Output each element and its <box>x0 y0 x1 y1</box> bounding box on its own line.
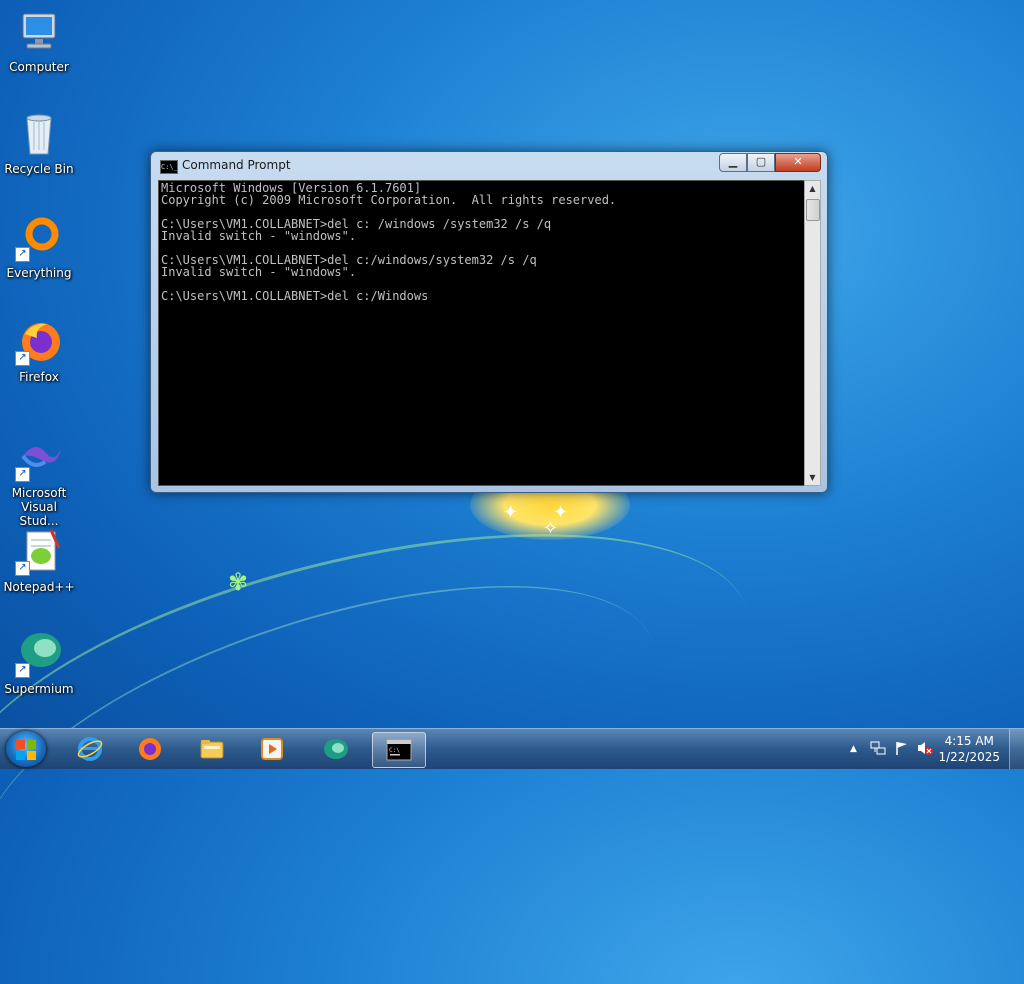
vertical-scrollbar[interactable]: ▲ ▼ <box>804 180 821 486</box>
desktop-icon-visual-studio[interactable]: ↗ Microsoft Visual Stud... <box>2 434 76 528</box>
maximize-button[interactable]: ▢ <box>747 153 775 172</box>
desktop-icon-everything[interactable]: ↗ Everything <box>2 214 76 280</box>
wallpaper-sparkle: ✦ <box>553 502 569 523</box>
window-titlebar[interactable]: C:\_ Command Prompt ▁ ▢ ✕ <box>151 152 827 180</box>
start-button[interactable] <box>6 731 46 767</box>
command-prompt-window[interactable]: C:\_ Command Prompt ▁ ▢ ✕ Microsoft Wind… <box>150 151 828 493</box>
shortcut-arrow-icon: ↗ <box>15 467 30 482</box>
close-button[interactable]: ✕ <box>775 153 821 172</box>
show-desktop-button[interactable] <box>1009 729 1024 769</box>
taskbar-file-explorer[interactable] <box>186 732 238 766</box>
desktop-icon-computer[interactable]: Computer <box>2 8 76 74</box>
desktop-icon-label: Notepad++ <box>3 580 75 594</box>
system-tray: ▲ 4:15 AM 1/22/2025 <box>834 729 1024 769</box>
shortcut-arrow-icon: ↗ <box>15 663 30 678</box>
desktop-icon-recycle-bin[interactable]: Recycle Bin <box>2 110 76 176</box>
desktop-icon-label: Microsoft Visual Stud... <box>11 486 67 528</box>
windows-logo-icon <box>16 740 25 749</box>
shortcut-arrow-icon: ↗ <box>15 561 30 576</box>
window-title: Command Prompt <box>182 158 291 172</box>
scroll-up-arrow-icon[interactable]: ▲ <box>805 181 820 196</box>
console-line: Invalid switch - "windows". <box>161 229 357 243</box>
scrollbar-thumb[interactable] <box>806 199 820 221</box>
firefox-icon: ↗ <box>15 318 63 366</box>
minimize-button[interactable]: ▁ <box>719 153 747 172</box>
computer-icon <box>15 8 63 56</box>
desktop-icon-firefox[interactable]: ↗ Firefox <box>2 318 76 384</box>
console-input-line[interactable]: C:\Users\VM1.COLLABNET>del c:/Windows <box>161 289 428 303</box>
taskbar-supermium[interactable] <box>310 732 362 766</box>
show-hidden-icons-chevron-icon[interactable]: ▲ <box>850 744 857 754</box>
console-line: Copyright (c) 2009 Microsoft Corporation… <box>161 193 617 207</box>
action-center-flag-icon[interactable] <box>894 740 910 756</box>
desktop-icon-label: Firefox <box>19 370 59 384</box>
taskbar-command-prompt[interactable]: C:\ <box>372 732 426 768</box>
volume-muted-icon[interactable] <box>916 740 934 756</box>
network-icon[interactable] <box>870 740 886 756</box>
desktop-icon-notepad-plus-plus[interactable]: ↗ Notepad++ <box>2 528 76 594</box>
firefox-icon <box>139 738 161 760</box>
supermium-icon <box>324 739 348 759</box>
supermium-icon: ↗ <box>15 630 63 678</box>
desktop-icon-label: Recycle Bin <box>4 162 74 176</box>
visual-studio-icon: ↗ <box>15 434 63 482</box>
console-text: Microsoft Windows [Version 6.1.7601] Cop… <box>161 182 616 302</box>
clock-time: 4:15 AM <box>944 734 994 748</box>
scroll-down-arrow-icon[interactable]: ▼ <box>805 470 820 485</box>
command-prompt-icon: C:\_ <box>160 160 178 174</box>
shortcut-arrow-icon: ↗ <box>15 351 30 366</box>
taskbar-firefox[interactable] <box>124 732 176 766</box>
console-line: Invalid switch - "windows". <box>161 265 357 279</box>
window-controls: ▁ ▢ ✕ <box>719 153 821 172</box>
command-prompt-icon: C:\ <box>386 739 412 761</box>
desktop-icon-supermium[interactable]: ↗ Supermium <box>2 630 76 696</box>
media-player-icon <box>261 738 283 760</box>
file-explorer-icon <box>200 740 224 759</box>
taskbar: C:\ ▲ 4:15 AM 1/22/2025 <box>0 728 1024 769</box>
taskbar-internet-explorer[interactable] <box>64 732 116 766</box>
desktop-icon-label: Everything <box>6 266 72 280</box>
svg-text:C:\: C:\ <box>389 747 400 754</box>
system-clock[interactable]: 4:15 AM 1/22/2025 <box>938 733 1000 765</box>
console-output[interactable]: Microsoft Windows [Version 6.1.7601] Cop… <box>158 180 806 486</box>
taskbar-media-player[interactable] <box>246 732 298 766</box>
desktop-icon-label: Computer <box>9 60 69 74</box>
wallpaper-sparkle: ✦ <box>503 502 519 523</box>
shortcut-arrow-icon: ↗ <box>15 247 30 262</box>
internet-explorer-icon <box>77 737 103 761</box>
wallpaper-sparkle: ✾ <box>228 568 249 596</box>
recycle-bin-icon <box>15 110 63 158</box>
clock-date: 1/22/2025 <box>938 750 1000 764</box>
desktop-icon-label: Supermium <box>4 682 74 696</box>
everything-search-icon: ↗ <box>15 214 63 262</box>
notepad-plus-plus-icon: ↗ <box>15 528 63 576</box>
